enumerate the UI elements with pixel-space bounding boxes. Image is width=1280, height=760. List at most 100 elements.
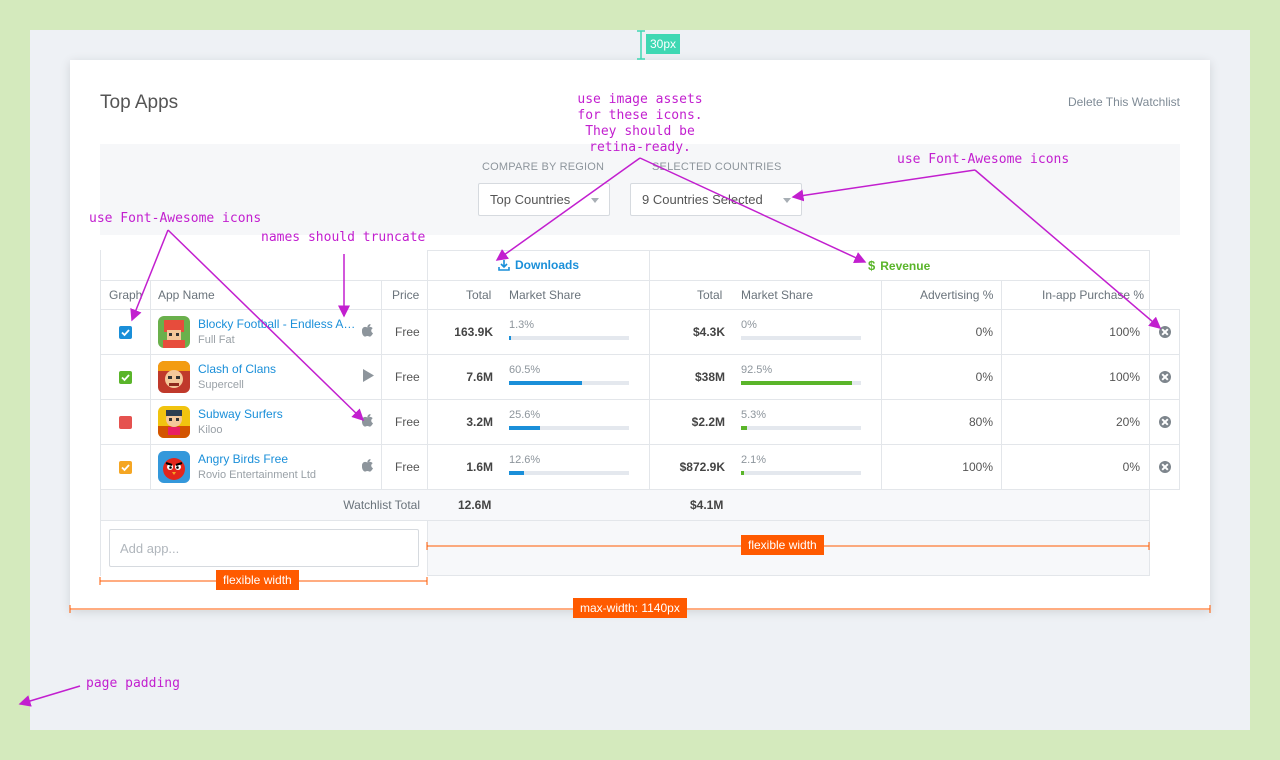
countries-label: SELECTED COUNTRIES (652, 161, 782, 173)
advertising-pct: 80% (968, 415, 993, 429)
apple-icon (362, 414, 373, 427)
table-border (100, 309, 1180, 310)
graph-checkbox[interactable] (119, 371, 132, 384)
downloads-group-header: Downloads (498, 258, 579, 272)
revenue-share-fill (741, 471, 744, 475)
app-name-link[interactable]: Blocky Football - Endless Arcade Runner (198, 317, 356, 331)
revenue-total: $4.3K (692, 325, 725, 339)
iap-pct: 20% (1115, 415, 1140, 429)
table-border (427, 250, 1149, 251)
app-name-link[interactable]: Subway Surfers (198, 407, 358, 421)
table-border (1179, 309, 1180, 489)
revenue-share-bar (741, 381, 861, 385)
app-developer: Supercell (198, 379, 244, 391)
advertising-pct: 0% (975, 325, 993, 339)
table-border (100, 280, 1149, 281)
graph-checkbox[interactable] (119, 461, 132, 474)
watchlist-card: Top Apps Delete This Watchlist COMPARE B… (70, 60, 1210, 610)
downloads-share-bar (509, 381, 629, 385)
watchlist-total-revenue: $4.1M (690, 498, 724, 512)
iap-pct: 100% (1109, 325, 1140, 339)
app-name-link[interactable]: Angry Birds Free (198, 452, 358, 466)
advertising-pct: 0% (975, 370, 993, 384)
apps-table: Downloads $ Revenue Graph App Name Price… (100, 250, 1180, 576)
graph-checkbox[interactable] (119, 326, 132, 339)
table-border (100, 354, 1180, 355)
check-icon (121, 464, 130, 472)
price: Free (395, 370, 420, 384)
app-developer: Rovio Entertainment Ltd (198, 469, 317, 481)
downloads-share-fill (509, 336, 511, 340)
page-title: Top Apps (100, 92, 179, 113)
table-border (100, 250, 101, 576)
region-label: COMPARE BY REGION (482, 161, 605, 173)
table-border (649, 250, 650, 521)
revenue-total: $38M (694, 370, 725, 384)
downloads-share-fill (509, 381, 582, 385)
app-icon-blocky-football (158, 316, 190, 348)
remove-row-icon[interactable] (1159, 326, 1171, 338)
downloads-total: 1.6M (466, 460, 493, 474)
countries-select[interactable]: 9 Countries Selected (630, 183, 802, 216)
downloads-total: 163.9K (454, 325, 493, 339)
revenue-share-bar (741, 471, 861, 475)
check-icon (121, 329, 130, 337)
revenue-total: $872.9K (679, 460, 725, 474)
revenue-share-label: 5.3% (741, 409, 767, 421)
revenue-share-label: 0% (741, 319, 757, 331)
region-select-value: Top Countries (490, 192, 571, 207)
revenue-total: $2.2M (691, 415, 725, 429)
table-border (881, 280, 882, 489)
col-revenue-total: Total (697, 288, 723, 302)
graph-checkbox[interactable] (119, 416, 132, 429)
col-downloads-share: Market Share (509, 288, 582, 302)
apple-icon (362, 459, 373, 472)
downloads-share-bar (509, 426, 629, 430)
remove-row-icon[interactable] (1159, 371, 1171, 383)
app-icon-clash-of-clans (158, 361, 190, 393)
revenue-group-label: Revenue (880, 258, 931, 273)
apple-icon (362, 324, 373, 337)
check-icon (121, 374, 130, 382)
col-advertising: Advertising % (920, 288, 994, 302)
col-price: Price (392, 288, 420, 302)
remove-row-icon[interactable] (1159, 461, 1171, 473)
app-name-link[interactable]: Clash of Clans (198, 362, 358, 376)
downloads-group-label: Downloads (515, 258, 580, 272)
revenue-share-fill (741, 426, 748, 430)
downloads-share-label: 60.5% (509, 364, 541, 376)
app-icon-subway-surfers (158, 406, 190, 438)
iap-pct: 0% (1122, 460, 1140, 474)
table-border (150, 280, 151, 489)
region-select[interactable]: Top Countries (478, 183, 610, 216)
watchlist-total-label: Watchlist Total (343, 498, 420, 512)
downloads-share-fill (509, 471, 525, 475)
col-graph: Graph (109, 288, 143, 302)
revenue-group-header: $ Revenue (868, 258, 930, 273)
table-border (381, 280, 382, 489)
table-border (100, 444, 1180, 445)
totals-row-bg (101, 490, 1149, 520)
downloads-share-fill (509, 426, 540, 430)
watchlist-total-downloads: 12.6M (458, 498, 492, 512)
table-border (100, 399, 1180, 400)
iap-pct: 100% (1109, 370, 1140, 384)
downloads-share-label: 1.3% (509, 319, 535, 331)
app-developer: Kiloo (198, 424, 223, 436)
app-icon-angry-birds (158, 451, 190, 483)
price: Free (395, 415, 420, 429)
price: Free (395, 460, 420, 474)
col-downloads-total: Total (466, 288, 492, 302)
play-icon (363, 369, 374, 382)
filter-bar: COMPARE BY REGION Top Countries SELECTED… (100, 144, 1180, 235)
col-app-name: App Name (158, 288, 215, 302)
downloads-total: 7.6M (466, 370, 493, 384)
delete-watchlist-link[interactable]: Delete This Watchlist (1068, 95, 1180, 109)
remove-row-icon[interactable] (1159, 416, 1171, 428)
add-app-input[interactable] (109, 529, 419, 567)
caret-down-icon (783, 198, 791, 203)
table-border (427, 575, 1149, 576)
revenue-share-bar (741, 426, 861, 430)
revenue-share-bar (741, 336, 861, 340)
revenue-share-label: 92.5% (741, 364, 773, 376)
